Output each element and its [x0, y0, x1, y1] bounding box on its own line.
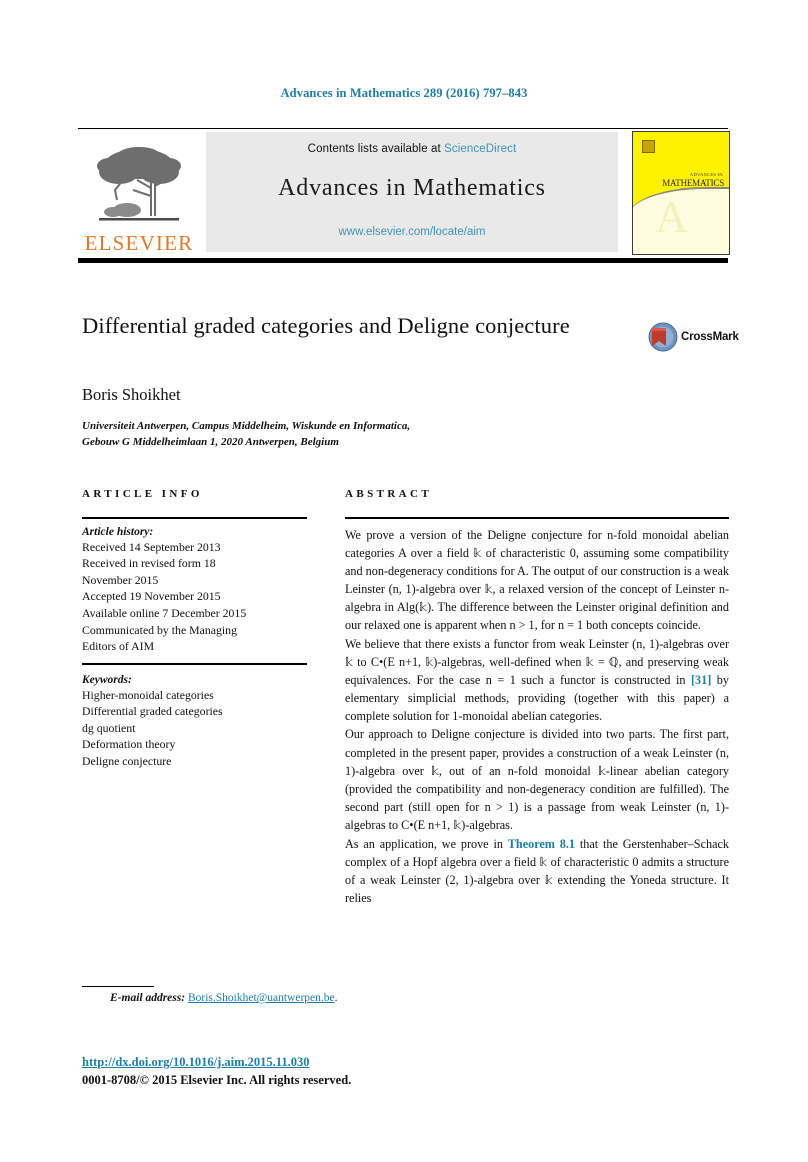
elsevier-tree-icon [97, 147, 181, 221]
elsevier-wordmark: ELSEVIER [84, 231, 194, 255]
article-history-line: Received 14 September 2013 [82, 539, 221, 554]
article-history-label: Article history: [82, 525, 154, 538]
elsevier-logo: ELSEVIER [78, 132, 200, 254]
running-head: Advances in Mathematics 289 (2016) 797–8… [280, 86, 528, 100]
abstract-inline-link[interactable]: [31] [691, 673, 711, 687]
contents-prefix: Contents lists available at [307, 143, 445, 155]
sciencedirect-panel: Contents lists available at ScienceDirec… [206, 132, 618, 252]
article-history-line: Accepted 19 November 2015 [82, 589, 221, 604]
journal-homepage-link[interactable]: www.elsevier.com/locate/aim [206, 226, 618, 238]
article-info-rule-top [82, 517, 307, 519]
doi-link[interactable]: http://dx.doi.org/10.1016/j.aim.2015.11.… [82, 1055, 309, 1070]
keyword-item: Higher-monoidal categories [82, 687, 214, 702]
journal-cover-thumbnail: A ADVANCES IN MATHEMATICS [632, 131, 730, 255]
article-info-column: ARTICLE INFO Article history: Received 1… [82, 488, 307, 770]
masthead-bottom-rule [78, 258, 728, 263]
abstract-column: ABSTRACT We prove a version of the Delig… [345, 488, 729, 907]
page-title: Differential graded categories and Delig… [82, 313, 570, 338]
abstract-body: We prove a version of the Deligne conjec… [345, 526, 729, 908]
cover-letter-a: A [655, 191, 689, 242]
abstract-rule-top [345, 517, 729, 519]
author-name: Boris Shoikhet [82, 385, 181, 404]
abstract-inline-link[interactable]: Theorem 8.1 [508, 837, 575, 851]
copyright-line: 0001-8708/© 2015 Elsevier Inc. All right… [82, 1073, 352, 1087]
footnote-rule [82, 986, 154, 987]
article-info-heading: ARTICLE INFO [82, 488, 203, 500]
email-label: E-mail address: [110, 992, 186, 1004]
keyword-item: dg quotient [82, 720, 136, 735]
crossmark-badge[interactable]: CrossMark [648, 320, 739, 354]
crossmark-label: CrossMark [681, 331, 739, 343]
abstract-paragraph: Our approach to Deligne conjecture is di… [345, 727, 729, 833]
article-history-line: Received in revised form 18 [82, 556, 216, 571]
keywords-label: Keywords: [82, 673, 132, 686]
keyword-item: Differential graded categories [82, 704, 223, 719]
email-footnote: E-mail address: Boris.Shoikhet@uantwerpe… [110, 992, 337, 1004]
article-history-line: November 2015 [82, 572, 159, 587]
masthead-top-rule [78, 128, 728, 129]
article-history-line: Editors of AIM [82, 639, 155, 654]
article-history-line: Communicated by the Managing [82, 622, 237, 637]
author-affiliation: Universiteit Antwerpen, Campus Middelhei… [82, 419, 602, 450]
abstract-paragraph: We prove a version of the Deligne conjec… [345, 527, 729, 633]
email-link[interactable]: Boris.Shoikhet@uantwerpen.be [188, 992, 335, 1004]
email-trailing-period: . [334, 992, 338, 1004]
journal-title: Advances in Mathematics [278, 175, 546, 201]
abstract-paragraph: We believe that there exists a functor f… [345, 636, 729, 724]
cover-small-text: ADVANCES IN [689, 172, 723, 177]
affiliation-line-2: Gebouw G Middelheimlaan 1, 2020 Antwerpe… [82, 435, 339, 448]
cover-publisher-mark [642, 140, 655, 153]
journal-article-page: Advances in Mathematics 289 (2016) 797–8… [0, 0, 808, 1162]
article-history-line: Available online 7 December 2015 [82, 606, 247, 621]
keyword-item: Deligne conjecture [82, 754, 172, 769]
cover-big-text: MATHEMATICS [662, 178, 724, 188]
article-info-rule-mid [82, 662, 307, 665]
crossmark-icon [648, 322, 678, 352]
affiliation-line-1: Universiteit Antwerpen, Campus Middelhei… [82, 420, 411, 432]
abstract-paragraph: As an application, we prove in Theorem 8… [345, 836, 729, 906]
contents-lists-line: Contents lists available at ScienceDirec… [206, 132, 618, 155]
keyword-item: Deformation theory [82, 737, 176, 752]
sciencedirect-link[interactable]: ScienceDirect [444, 143, 516, 155]
abstract-heading: ABSTRACT [345, 488, 433, 500]
